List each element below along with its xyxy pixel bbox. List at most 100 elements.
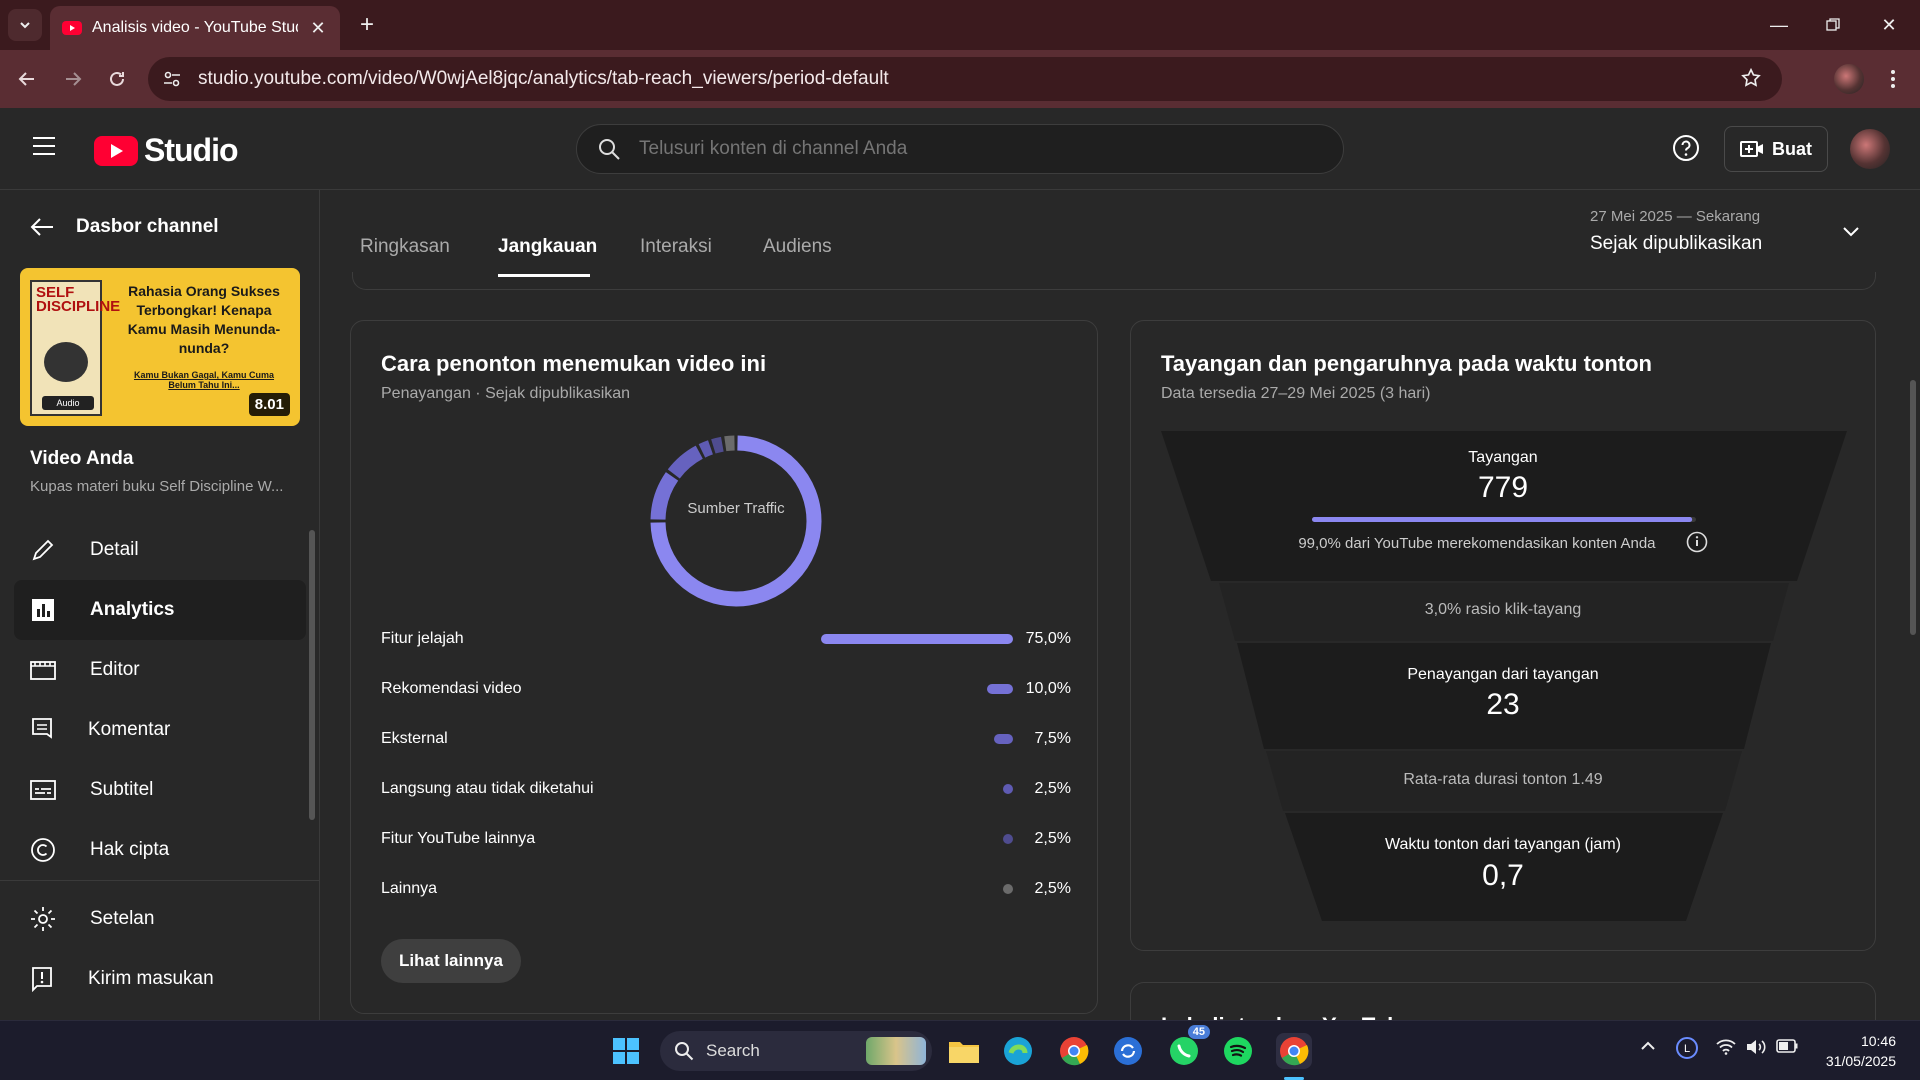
donut-slice[interactable] [698, 440, 714, 458]
period-selector[interactable]: 27 Mei 2025 — Sekarang Sejak dipublikasi… [1590, 208, 1762, 255]
sidebar-item-label: Setelan [90, 908, 155, 929]
donut-slice[interactable] [724, 435, 735, 452]
traffic-source-row[interactable]: Langsung atau tidak diketahui 2,5% [381, 774, 1071, 804]
sidebar-scrollbar[interactable] [309, 530, 315, 820]
spotify-icon[interactable] [1220, 1033, 1256, 1069]
reload-icon [110, 71, 124, 86]
clock-date: 31/05/2025 [1825, 1053, 1896, 1069]
sidebar-item-editor[interactable]: Editor [0, 640, 320, 700]
traffic-source-row[interactable]: Rekomendasi video 10,0% [381, 674, 1071, 704]
traffic-source-bar-track [813, 634, 1013, 644]
back-button[interactable] [12, 64, 42, 94]
account-avatar[interactable] [1850, 129, 1890, 169]
taskbar-search-label: Search [706, 1041, 760, 1060]
logo-text: Studio [144, 132, 239, 168]
create-label: Buat [1772, 138, 1812, 159]
close-tab-icon[interactable]: ✕ [308, 18, 328, 39]
traffic-source-percent: 2,5% [1034, 830, 1071, 847]
search-bar[interactable] [576, 124, 1344, 174]
chevron-down-icon [20, 22, 30, 29]
traffic-source-bar [1003, 784, 1013, 794]
card-title: Tayangan dan pengaruhnya pada waktu tont… [1161, 351, 1652, 376]
minimize-button[interactable]: — [1756, 8, 1802, 42]
sidebar-item-subtitel[interactable]: Subtitel [0, 760, 320, 820]
edge-browser-icon[interactable] [1000, 1033, 1036, 1069]
restore-button[interactable] [1810, 8, 1856, 42]
tab-audiens[interactable]: Audiens [763, 236, 832, 258]
create-button[interactable]: Buat [1724, 126, 1828, 172]
tray-overflow-icon[interactable] [1640, 1039, 1656, 1057]
sidebar-item-label: Subtitel [90, 779, 154, 800]
video-thumbnail[interactable]: SELF DISCIPLINE Audio Rahasia Orang Suks… [20, 268, 300, 426]
main-scrollbar[interactable] [1910, 380, 1916, 635]
sync-app-icon[interactable] [1110, 1033, 1146, 1069]
recommend-progress-bar [1312, 517, 1693, 522]
donut-slice[interactable] [650, 472, 679, 520]
traffic-source-percent: 2,5% [1034, 880, 1071, 897]
tab-jangkauan[interactable]: Jangkauan [498, 236, 597, 258]
wifi-icon[interactable] [1716, 1039, 1736, 1060]
sidebar-item-hak-cipta[interactable]: Hak cipta [0, 820, 320, 880]
chrome-active-icon[interactable] [1276, 1033, 1312, 1069]
forward-button[interactable] [58, 64, 88, 94]
youtube-favicon-icon [62, 21, 82, 35]
chrome-profile-icon[interactable] [1056, 1033, 1092, 1069]
file-explorer-icon[interactable] [946, 1033, 982, 1069]
analytics-tabs: Ringkasan Jangkauan Interaksi Audiens 27… [320, 190, 1905, 278]
close-window-button[interactable]: ✕ [1866, 8, 1912, 42]
book-illustration [44, 342, 88, 382]
feedback-icon [32, 967, 52, 992]
tab-ringkasan[interactable]: Ringkasan [360, 236, 450, 258]
new-tab-button[interactable]: + [352, 10, 382, 40]
traffic-donut-chart[interactable] [641, 426, 831, 616]
url-text: studio.youtube.com/video/W0wjAel8jqc/ana… [198, 68, 889, 89]
language-indicator-icon[interactable]: L [1676, 1037, 1698, 1064]
browser-tab[interactable]: Analisis video - YouTube Studio ✕ [50, 6, 340, 50]
back-to-dashboard-link[interactable]: Dasbor channel [30, 216, 219, 238]
info-icon[interactable] [1686, 531, 1708, 557]
sidebar-item-label: Analytics [90, 599, 175, 620]
traffic-source-row[interactable]: Lainnya 2,5% [381, 874, 1071, 904]
sidebar-item-kirim-masukan[interactable]: Kirim masukan [0, 949, 320, 1009]
browser-menu-button[interactable] [1878, 64, 1908, 94]
traffic-source-percent: 75,0% [1025, 630, 1071, 647]
traffic-source-bar-track [813, 784, 1013, 794]
reload-button[interactable] [102, 64, 132, 94]
help-button[interactable] [1672, 134, 1700, 167]
tab-list-button[interactable] [8, 9, 42, 41]
donut-slice[interactable] [711, 436, 724, 454]
sidebar-item-analytics[interactable]: Analytics [14, 580, 306, 640]
browser-profile-avatar[interactable] [1834, 64, 1864, 94]
youtube-logo-icon [94, 135, 138, 166]
menu-button[interactable] [32, 136, 56, 161]
traffic-source-row[interactable]: Fitur jelajah 75,0% [381, 624, 1071, 654]
battery-icon[interactable] [1776, 1039, 1798, 1058]
donut-slice[interactable] [667, 445, 704, 479]
site-settings-icon[interactable] [162, 69, 182, 89]
studio-logo[interactable]: Studio [94, 132, 239, 169]
volume-icon[interactable] [1746, 1039, 1768, 1060]
sidebar-item-komentar[interactable]: Komentar [0, 700, 320, 760]
card-title: Cara penonton menemukan video ini [381, 351, 767, 376]
taskbar-search[interactable]: Search [660, 1031, 932, 1071]
sidebar-item-setelan[interactable]: Setelan [0, 889, 320, 949]
traffic-source-row[interactable]: Fitur YouTube lainnya 2,5% [381, 824, 1071, 854]
recommend-text-label: 99,0% dari YouTube merekomendasikan kont… [1298, 534, 1656, 552]
arrow-right-icon [66, 72, 82, 86]
see-more-button[interactable]: Lihat lainnya [381, 939, 521, 983]
search-input[interactable] [639, 138, 1239, 160]
impressions-value: 779 [1477, 471, 1529, 504]
system-clock[interactable]: 10:46 31/05/2025 [1812, 1031, 1896, 1071]
whatsapp-icon[interactable]: 45 [1166, 1025, 1210, 1069]
search-icon [675, 1042, 694, 1061]
url-field[interactable]: studio.youtube.com/video/W0wjAel8jqc/ana… [148, 57, 1782, 101]
traffic-source-name: Eksternal [381, 730, 448, 747]
copyright-icon [31, 838, 55, 862]
windows-start-icon[interactable] [608, 1033, 644, 1069]
chevron-down-icon[interactable] [1842, 224, 1860, 242]
bookmark-star-icon[interactable] [1740, 67, 1762, 94]
previous-card-edge [352, 272, 1876, 290]
traffic-source-row[interactable]: Eksternal 7,5% [381, 724, 1071, 754]
sidebar-item-detail[interactable]: Detail [0, 520, 320, 580]
tab-interaksi[interactable]: Interaksi [640, 236, 712, 258]
